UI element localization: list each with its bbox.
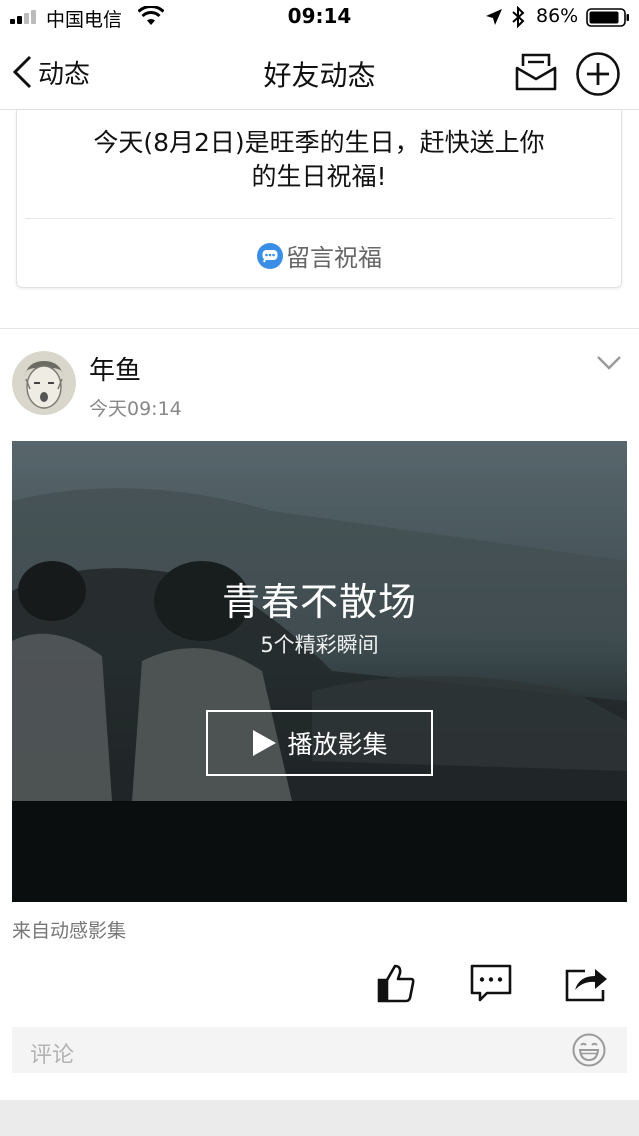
add-circle-icon[interactable] — [575, 51, 621, 97]
battery-percent: 86% — [536, 5, 579, 27]
post-source[interactable]: 来自动感影集 — [12, 916, 126, 943]
avatar-image — [12, 351, 76, 415]
chevron-down-icon[interactable] — [596, 354, 622, 372]
thumbs-up-icon[interactable] — [376, 963, 416, 1003]
comment-placeholder: 评论 — [30, 1043, 75, 1068]
post-timestamp: 今天09:14 — [89, 398, 182, 420]
post-username[interactable]: 年鱼 — [89, 350, 141, 387]
nav-bar: 动态 好友动态 — [0, 36, 639, 110]
location-icon — [486, 9, 502, 25]
birthday-line-2: 的生日祝福! — [251, 162, 387, 191]
comment-input[interactable]: 评论 — [12, 1027, 627, 1073]
message-inbox-icon[interactable] — [514, 52, 558, 92]
birthday-message: 今天(8月2日)是旺季的生日，赶快送上你 的生日祝福! — [57, 126, 581, 194]
chat-bubble-icon — [257, 242, 283, 269]
divider — [25, 218, 613, 219]
next-post-divider — [0, 1100, 639, 1136]
album-title: 青春不散场 — [221, 580, 417, 624]
play-album-label: 播放影集 — [287, 730, 388, 759]
bluetooth-icon — [512, 6, 525, 28]
birthday-card: 今天(8月2日)是旺季的生日，赶快送上你 的生日祝福! 留言祝福 — [16, 110, 622, 288]
back-button[interactable]: 动态 — [10, 50, 90, 94]
leave-wish-button[interactable]: 留言祝福 — [17, 238, 621, 273]
divider — [0, 328, 639, 329]
play-icon — [253, 730, 277, 756]
play-album-button[interactable]: 播放影集 — [206, 710, 433, 776]
back-chevron-icon — [12, 55, 32, 89]
leave-wish-label: 留言祝福 — [286, 244, 382, 272]
battery-icon — [586, 8, 629, 27]
photo-album-card[interactable]: 青春不散场 5个精彩瞬间 播放影集 — [12, 441, 627, 902]
back-label: 动态 — [38, 59, 91, 90]
share-icon[interactable] — [565, 964, 609, 1002]
album-subtitle: 5个精彩瞬间 — [260, 633, 379, 657]
birthday-line-1: 今天(8月2日)是旺季的生日，赶快送上你 — [93, 128, 545, 157]
emoji-icon[interactable] — [572, 1033, 606, 1067]
avatar[interactable] — [12, 351, 76, 415]
comment-icon[interactable] — [470, 964, 512, 1002]
status-bar: 中国电信 09:14 86% — [0, 0, 639, 36]
album-cover-image — [12, 441, 627, 902]
